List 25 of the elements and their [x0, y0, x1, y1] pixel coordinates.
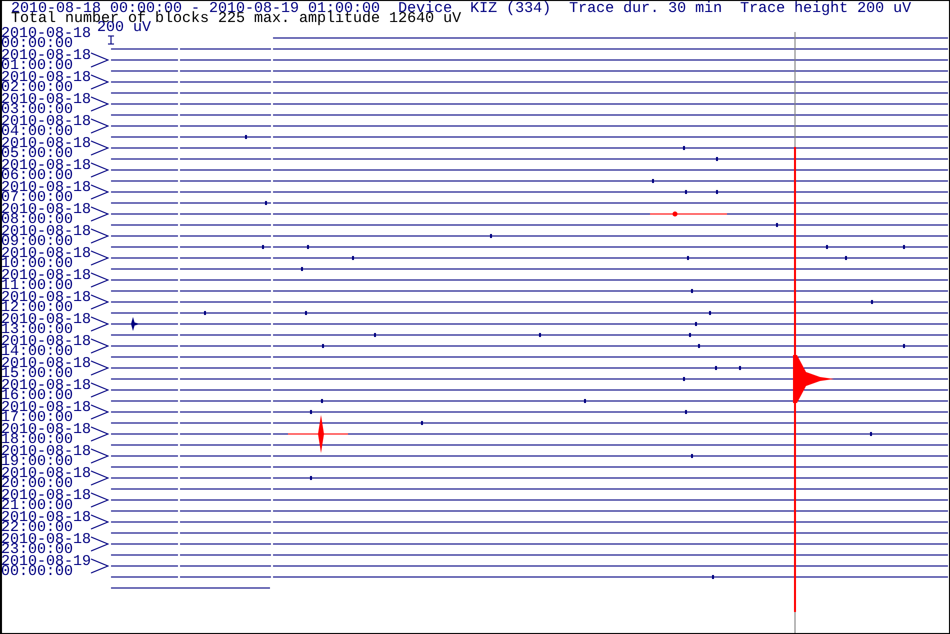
hour-marker-icon — [90, 52, 110, 68]
hour-marker-icon — [90, 382, 110, 398]
hour-marker-icon — [90, 404, 110, 420]
hour-marker-icon — [90, 74, 110, 90]
hour-marker-icon — [90, 338, 110, 354]
hour-marker-icon — [90, 360, 110, 376]
hour-marker-icon — [90, 96, 110, 112]
hour-marker-icon — [90, 536, 110, 552]
hour-marker-icon — [90, 184, 110, 200]
hour-marker-icon — [90, 470, 110, 486]
hour-marker-icon — [90, 118, 110, 134]
hour-marker-icon — [90, 228, 110, 244]
hour-marker-icon — [90, 250, 110, 266]
hour-marker-icon — [90, 316, 110, 332]
hour-marker-icon — [90, 294, 110, 310]
hour-marker-icon — [90, 140, 110, 156]
hour-marker-icon — [90, 448, 110, 464]
scale-bar-icon — [108, 36, 114, 44]
hour-marker-icon — [90, 492, 110, 508]
hour-marker-icon — [90, 162, 110, 178]
hour-marker-icon — [90, 558, 110, 574]
hour-marker-icon — [90, 206, 110, 222]
hour-marker-icon — [90, 426, 110, 442]
hour-marker-icon — [90, 514, 110, 530]
hour-marker-icon — [90, 272, 110, 288]
